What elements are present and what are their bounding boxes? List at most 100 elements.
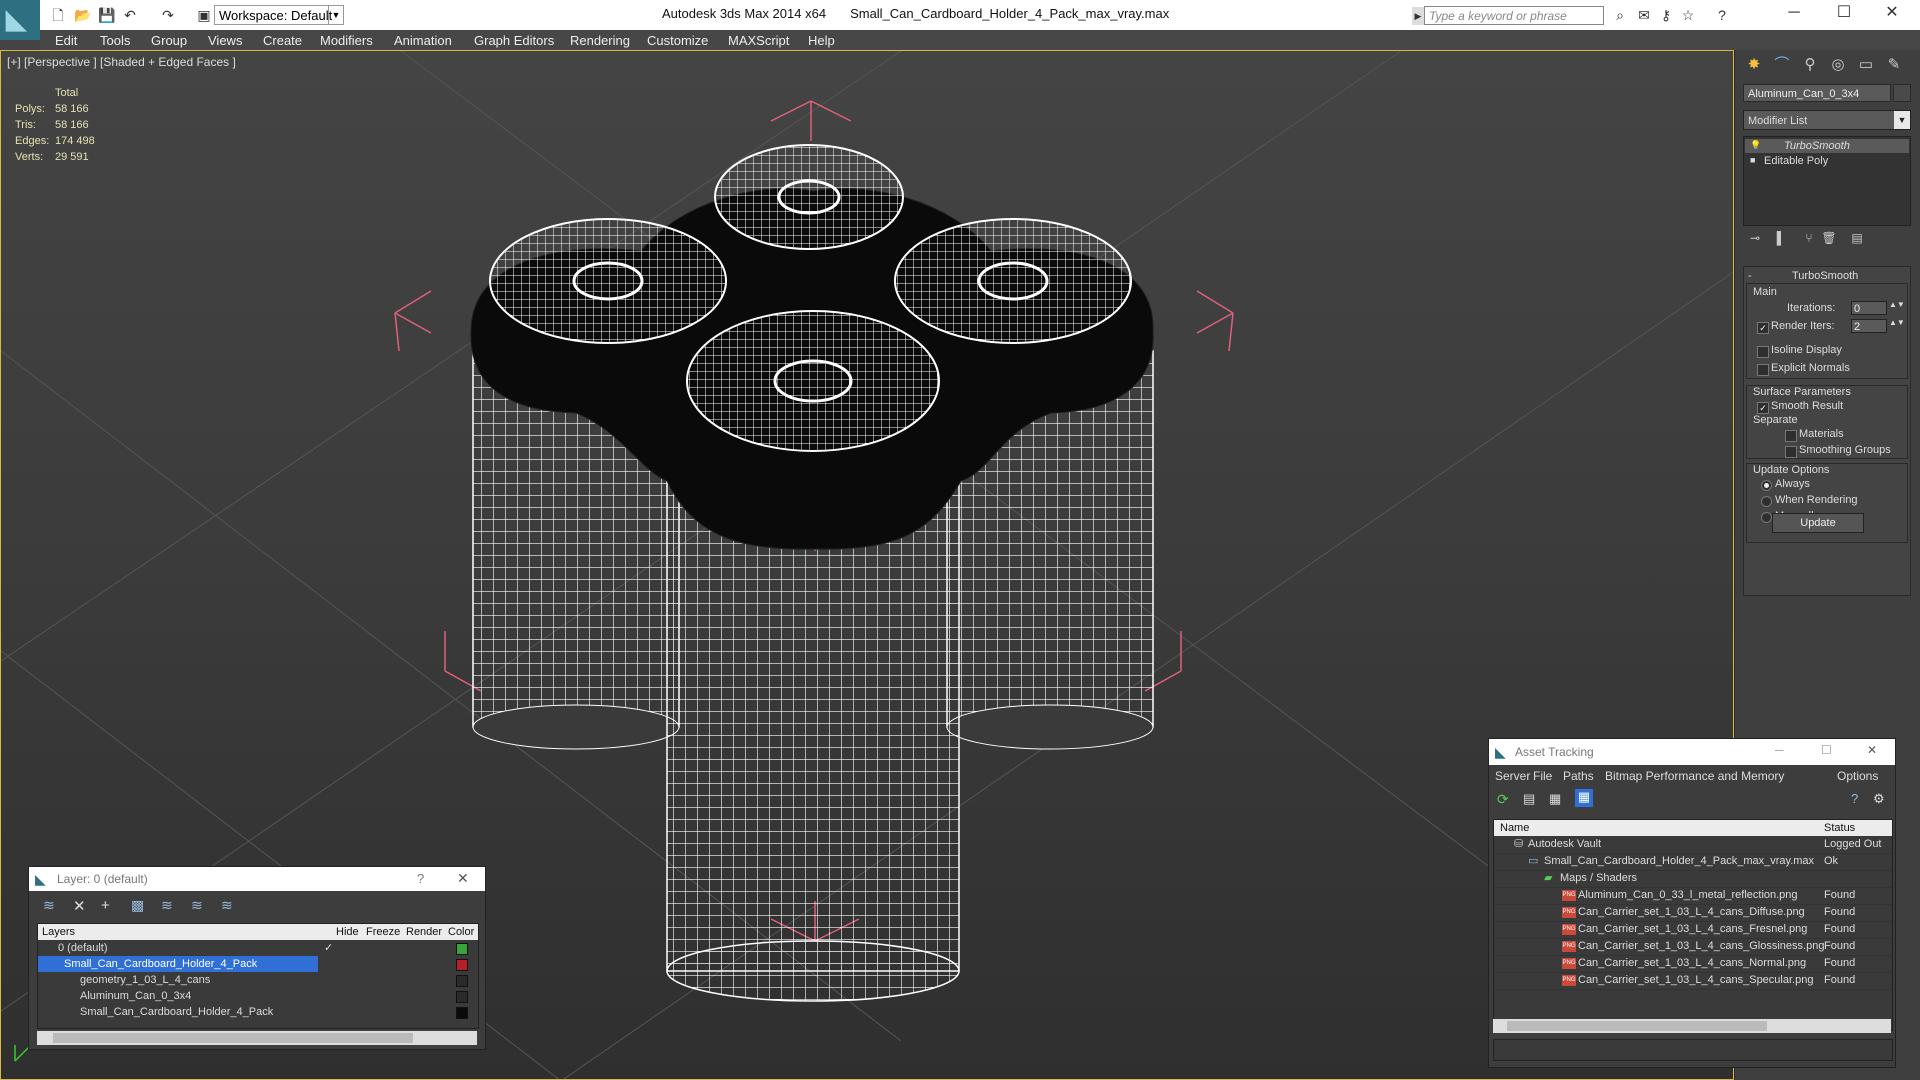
asset-menu-options[interactable]: Options: [1837, 769, 1878, 783]
can-lid-right[interactable]: [894, 218, 1132, 344]
lightbulb-icon[interactable]: 💡: [1750, 140, 1761, 150]
display-tab-icon[interactable]: ▭: [1855, 54, 1877, 76]
create-layer-icon[interactable]: ≋: [43, 897, 55, 914]
search-input[interactable]: Type a keyword or phrase: [1424, 6, 1604, 25]
make-unique-icon[interactable]: ⑂: [1801, 230, 1817, 246]
menu-group[interactable]: Group: [151, 33, 187, 48]
asset-row[interactable]: ⛁ Autodesk Vault Logged Out: [1494, 836, 1892, 854]
binoculars-icon[interactable]: ⌕: [1612, 7, 1628, 23]
layer-row[interactable]: Aluminum_Can_0_3x4: [38, 988, 482, 1004]
layer-row-selected[interactable]: Small_Can_Cardboard_Holder_4_Pack: [38, 956, 318, 972]
add-to-layer-icon[interactable]: +: [101, 897, 110, 914]
horizontal-scrollbar[interactable]: [37, 1031, 477, 1045]
menu-help[interactable]: Help: [808, 33, 835, 48]
scrollbar-thumb[interactable]: [1507, 1021, 1767, 1031]
layer-row[interactable]: 0 (default) ✓: [38, 940, 482, 956]
always-radio[interactable]: [1761, 480, 1772, 491]
smooth-result-checkbox[interactable]: ✓: [1757, 402, 1769, 414]
spinner-arrows-icon[interactable]: ▲▼: [1889, 300, 1905, 309]
close-icon[interactable]: ✕: [1867, 743, 1877, 757]
show-end-result-icon[interactable]: ▌: [1773, 230, 1789, 246]
close-icon[interactable]: ✕: [457, 870, 469, 887]
hide-all-icon[interactable]: ≋: [191, 897, 203, 914]
column-hide[interactable]: Hide: [336, 924, 359, 940]
when-rendering-radio[interactable]: [1761, 496, 1772, 507]
select-objects-icon[interactable]: ▩: [131, 897, 144, 914]
asset-path-field[interactable]: [1493, 1039, 1893, 1061]
render-iters-spinner[interactable]: 2: [1851, 319, 1887, 333]
asset-menu-server[interactable]: Server: [1495, 769, 1530, 783]
layer-row[interactable]: Small_Can_Cardboard_Holder_4_Pack: [38, 1004, 482, 1020]
can-lid-left[interactable]: [489, 218, 727, 344]
can-lid-front[interactable]: [686, 310, 940, 452]
create-tab-icon[interactable]: ✸: [1743, 54, 1765, 76]
menu-graph-editors[interactable]: Graph Editors: [474, 33, 554, 48]
layer-color-swatch[interactable]: [456, 991, 468, 1003]
horizontal-scrollbar[interactable]: [1493, 1019, 1891, 1033]
asset-row[interactable]: PNG Can_Carrier_set_1_03_L_4_cans_Normal…: [1494, 955, 1892, 973]
stack-item-editable-poly[interactable]: Editable Poly: [1764, 155, 1828, 167]
column-render[interactable]: Render: [406, 924, 442, 940]
asset-row[interactable]: PNG Can_Carrier_set_1_03_L_4_cans_Diffus…: [1494, 904, 1892, 922]
asset-menu-paths[interactable]: Paths: [1563, 769, 1594, 783]
menu-rendering[interactable]: Rendering: [570, 33, 630, 48]
scrollbar-thumb[interactable]: [53, 1033, 413, 1043]
menu-animation[interactable]: Animation: [394, 33, 452, 48]
stack-item-turbosmooth[interactable]: TurboSmooth: [1784, 140, 1850, 152]
hierarchy-tab-icon[interactable]: ⚲: [1799, 54, 1821, 76]
smoothing-groups-checkbox[interactable]: [1785, 446, 1797, 458]
menu-edit[interactable]: Edit: [55, 33, 77, 48]
maximize-icon[interactable]: ☐: [1821, 743, 1832, 757]
active-layer-check-icon[interactable]: ✓: [324, 940, 333, 956]
modifier-list-dropdown[interactable]: Modifier List ▼: [1743, 110, 1911, 130]
table-view-icon[interactable]: ▦: [1549, 791, 1561, 807]
can-front[interactable]: [666, 470, 960, 1002]
minimize-button[interactable]: ─: [1774, 2, 1814, 24]
asset-row[interactable]: PNG Can_Carrier_set_1_03_L_4_cans_Specul…: [1494, 972, 1892, 990]
update-button[interactable]: Update: [1772, 513, 1864, 533]
rollout-collapse-icon[interactable]: -: [1748, 270, 1752, 282]
column-layers[interactable]: Layers: [42, 924, 75, 940]
modify-tab-icon[interactable]: ⌒: [1771, 54, 1793, 76]
list-view-icon[interactable]: ▤: [1523, 791, 1535, 807]
column-freeze[interactable]: Freeze: [366, 924, 400, 940]
key-icon[interactable]: ⚷: [1658, 7, 1674, 23]
layer-window-titlebar[interactable]: ◣ Layer: 0 (default) ? ✕: [29, 867, 485, 891]
pin-stack-icon[interactable]: ⊸: [1747, 230, 1763, 246]
new-file-icon[interactable]: 🗋: [50, 7, 66, 23]
project-folder-icon[interactable]: ▣: [196, 7, 212, 23]
column-name[interactable]: Name: [1500, 820, 1529, 836]
column-color[interactable]: Color: [448, 924, 474, 940]
minimize-icon[interactable]: ─: [1775, 743, 1784, 757]
freeze-all-icon[interactable]: ≋: [221, 897, 233, 914]
object-color-swatch[interactable]: [1893, 84, 1911, 102]
isoline-checkbox[interactable]: [1757, 346, 1769, 358]
communication-center-icon[interactable]: ✉: [1636, 7, 1652, 23]
asset-menu-bitmap[interactable]: Bitmap Performance and Memory: [1605, 769, 1784, 783]
asset-row[interactable]: PNG Aluminum_Can_0_33_l_metal_reflection…: [1494, 887, 1892, 905]
object-name-field[interactable]: Aluminum_Can_0_3x4: [1743, 84, 1891, 102]
menu-modifiers[interactable]: Modifiers: [320, 33, 373, 48]
workspace-dropdown[interactable]: Workspace: Default ▼: [214, 5, 344, 25]
help-icon[interactable]: ?: [417, 871, 424, 886]
manually-radio[interactable]: [1761, 512, 1772, 523]
menu-tools[interactable]: Tools: [100, 33, 130, 48]
iterations-spinner[interactable]: 0: [1851, 301, 1887, 315]
close-button[interactable]: ✕: [1872, 2, 1912, 24]
layer-color-swatch[interactable]: [456, 959, 468, 971]
help-icon[interactable]: ?: [1851, 791, 1858, 806]
remove-modifier-icon[interactable]: 🗑: [1821, 230, 1837, 246]
utilities-tab-icon[interactable]: ✎: [1883, 54, 1905, 76]
spinner-arrows-icon[interactable]: ▲▼: [1889, 318, 1905, 327]
search-expand-icon[interactable]: ▶: [1412, 7, 1424, 25]
layer-color-swatch[interactable]: [456, 943, 468, 955]
menu-customize[interactable]: Customize: [647, 33, 708, 48]
asset-window-titlebar[interactable]: ◣ Asset Tracking ─ ☐ ✕: [1489, 739, 1895, 765]
viewport-label[interactable]: [+] [Perspective ] [Shaded + Edged Faces…: [7, 55, 236, 69]
menu-maxscript[interactable]: MAXScript: [728, 33, 789, 48]
asset-row[interactable]: PNG Can_Carrier_set_1_03_L_4_cans_Glossi…: [1494, 938, 1892, 956]
favorites-icon[interactable]: ☆: [1680, 7, 1696, 23]
rollout-title[interactable]: TurboSmooth: [1792, 270, 1858, 282]
open-file-icon[interactable]: 📂: [74, 7, 91, 23]
motion-tab-icon[interactable]: ◎: [1827, 54, 1849, 76]
